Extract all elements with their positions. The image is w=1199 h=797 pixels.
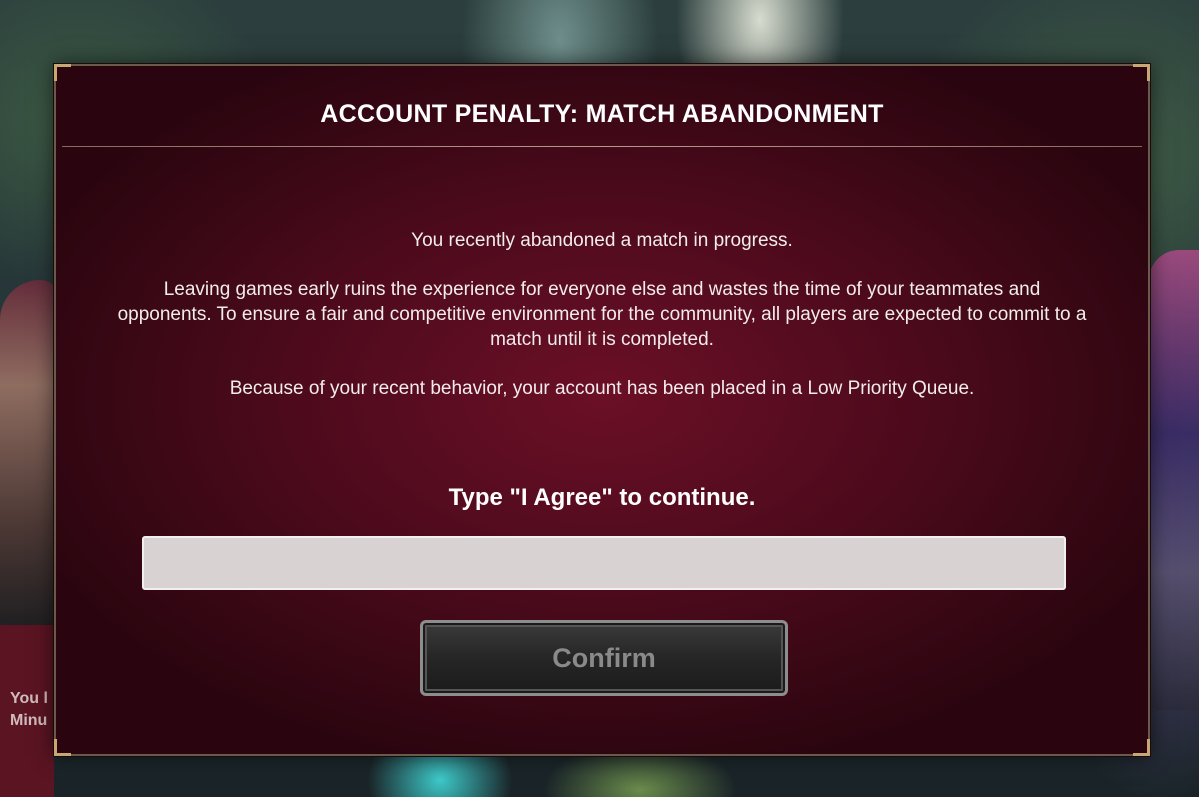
frame-corner-bottom-right [1133,739,1150,756]
message-paragraph-3: Because of your recent behavior, your ac… [229,378,975,399]
dialog-message: You recently abandoned a match in progre… [116,228,1088,425]
frame-corner-top-right [1133,64,1150,81]
background-notification-text: You l Minu [10,688,54,732]
agree-prompt: Type "I Agree" to continue. [448,484,756,511]
dialog-title: ACCOUNT PENALTY: MATCH ABANDONMENT [320,100,884,128]
message-paragraph-2: Leaving games early ruins the experience… [117,279,1087,350]
confirm-button[interactable]: Confirm [420,620,788,696]
frame-corner-bottom-left [54,739,71,756]
penalty-dialog: ACCOUNT PENALTY: MATCH ABANDONMENT You r… [54,64,1150,756]
title-divider [62,146,1142,147]
background-character-left [0,280,60,630]
message-paragraph-1: You recently abandoned a match in progre… [411,230,793,251]
background-text-line-2: Minu [10,712,48,729]
background-text-line-1: You l [10,690,48,707]
agree-text-input[interactable] [142,536,1066,590]
frame-corner-top-left [54,64,71,81]
background-character-right [1149,250,1199,710]
